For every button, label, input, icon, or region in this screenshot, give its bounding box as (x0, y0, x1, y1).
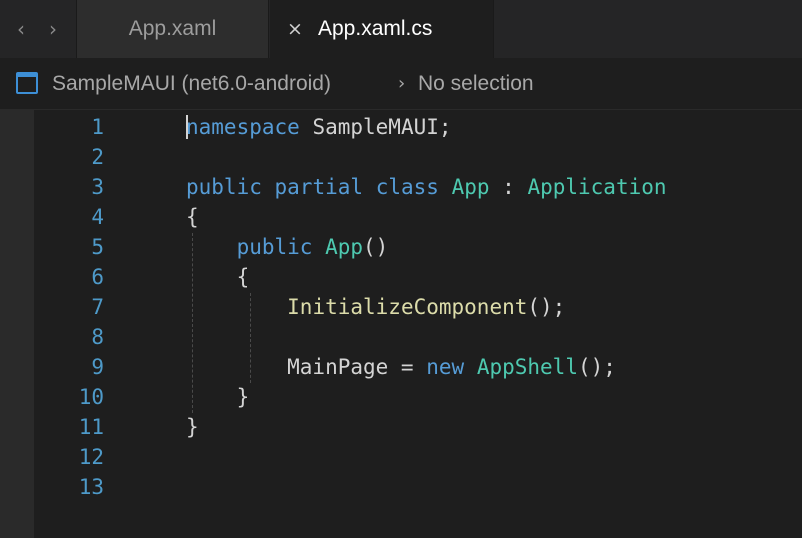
tab-label: App.xaml (128, 17, 217, 40)
code-editor[interactable]: 1 2 3 4 5 6 7 8 9 10 11 12 13 namespace SampleMAUI; p… (0, 110, 802, 538)
close-icon[interactable]: × (284, 0, 306, 58)
chevron-right-icon[interactable]: › (42, 14, 64, 44)
code-token: InitializeComponent (287, 295, 528, 319)
breadcrumb-selection[interactable]: No selection (418, 58, 534, 110)
line-number-gutter: 1 2 3 4 5 6 7 8 9 10 11 12 13 (34, 110, 134, 538)
code-line[interactable]: { (186, 262, 250, 292)
code-line[interactable]: { (186, 202, 199, 232)
line-number: 1 (91, 115, 104, 139)
code-token: } (186, 415, 199, 439)
code-token: () (363, 235, 389, 259)
tab-bar: ‹ › App.xaml × App.xaml.cs (0, 0, 802, 58)
code-token: AppShell (476, 355, 578, 379)
code-token: Application (527, 175, 667, 199)
code-line[interactable]: namespace SampleMAUI; (186, 112, 452, 142)
chevron-left-icon[interactable]: ‹ (10, 14, 32, 44)
code-token: SampleMAUI; (299, 115, 452, 139)
code-token: { (186, 265, 250, 289)
code-token: partial (274, 175, 364, 199)
tab-app-xaml-cs[interactable]: × App.xaml.cs (270, 0, 494, 58)
code-line[interactable]: public partial class App : Application (186, 172, 667, 202)
code-token: MainPage = (186, 355, 427, 379)
line-number: 10 (78, 385, 104, 409)
line-number: 8 (91, 325, 104, 349)
code-token: } (186, 385, 250, 409)
line-number: 13 (78, 475, 104, 499)
code-token: public (236, 235, 313, 259)
window-icon (16, 72, 38, 94)
code-token: (); (577, 355, 616, 379)
code-token: public (186, 175, 262, 199)
code-token: new (426, 355, 465, 379)
code-token: class (375, 175, 439, 199)
code-line[interactable]: } (186, 382, 250, 412)
line-number: 6 (91, 265, 104, 289)
line-number: 3 (91, 175, 104, 199)
code-line[interactable]: InitializeComponent(); (186, 292, 565, 322)
tab-app-xaml[interactable]: App.xaml (77, 0, 269, 58)
chevron-right-icon: › (398, 73, 406, 94)
breadcrumb-project[interactable]: SampleMAUI (net6.0-android) (52, 58, 331, 110)
line-number: 4 (91, 205, 104, 229)
line-number: 5 (91, 235, 104, 259)
indent-guide (192, 233, 193, 413)
editor-margin (0, 110, 34, 538)
code-token: namespace (186, 115, 300, 139)
indent-guide (250, 293, 251, 383)
code-token: App (451, 175, 490, 199)
breadcrumb: SampleMAUI (net6.0-android) › No selecti… (0, 58, 802, 110)
code-token: { (186, 205, 199, 229)
tab-label: App.xaml.cs (318, 17, 433, 40)
navigation-buttons: ‹ › (0, 0, 77, 58)
code-token: : (489, 175, 528, 199)
code-token: App (325, 235, 364, 259)
line-number: 2 (91, 145, 104, 169)
line-number: 7 (91, 295, 104, 319)
line-number: 9 (91, 355, 104, 379)
code-token: (); (527, 295, 566, 319)
text-cursor (186, 115, 188, 139)
line-number: 12 (78, 445, 104, 469)
code-line[interactable]: public App() (186, 232, 389, 262)
code-line[interactable]: } (186, 412, 199, 442)
line-number: 11 (78, 415, 104, 439)
